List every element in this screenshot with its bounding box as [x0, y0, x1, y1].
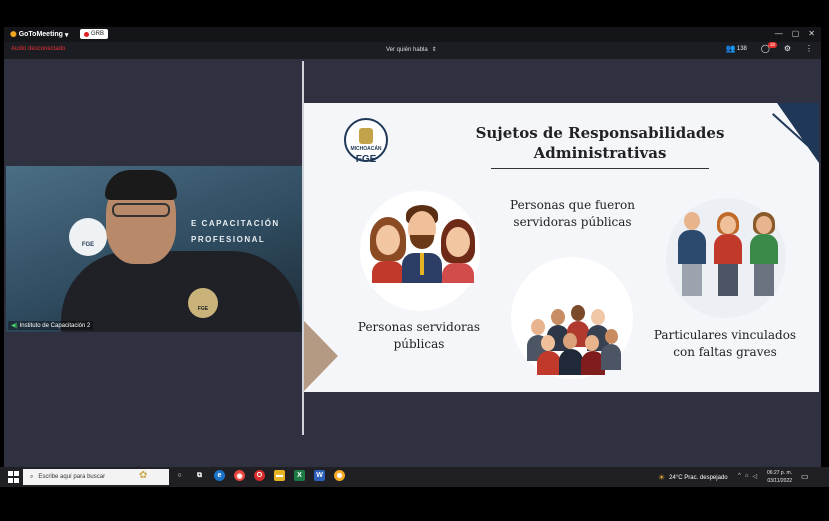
window-controls: — ▢ ✕ — [775, 29, 815, 38]
restore-button[interactable]: ▢ — [792, 29, 800, 38]
more-options-button[interactable]: ⋮ — [805, 44, 813, 53]
pinned-apps: ○ ⧉ e ◉ O ▬ X W ✺ — [174, 470, 345, 481]
clock-time: 06:27 p. m. — [767, 470, 793, 476]
title-bar: ✺ GoToMeeting ▾ GRB — ▢ ✕ — [4, 27, 821, 42]
man-center-figure — [400, 205, 444, 295]
coat-of-arms-icon — [359, 128, 373, 144]
windows-taskbar: ⌕ Escribe aquí para buscar ✿ ○ ⧉ e ◉ O ▬… — [0, 467, 829, 487]
search-icon: ⌕ — [30, 473, 34, 480]
item-particulares: Particulares vinculados con faltas grave… — [653, 328, 797, 359]
system-tray: ^ ⌂ ◁ — [738, 473, 757, 480]
cortana-icon[interactable]: ○ — [174, 470, 185, 481]
chrome-icon[interactable]: ◉ — [234, 470, 245, 481]
gotomeeting-taskbar-icon[interactable]: ✺ — [334, 470, 345, 481]
network-icon[interactable]: ⌂ — [745, 473, 749, 480]
seated-person-figure — [748, 212, 780, 302]
close-button[interactable]: ✕ — [808, 29, 815, 38]
presenter-body — [61, 251, 301, 332]
weather-widget[interactable]: ☀ 24°C Prac. despejado — [658, 473, 728, 482]
wall-sign-line1: E CAPACITACIÓN — [191, 219, 280, 228]
servants-illustration — [360, 191, 480, 311]
chevron-up-icon[interactable]: ^ — [738, 473, 741, 480]
webcam-video-tile[interactable]: E CAPACITACIÓN PROFESIONAL FGE FGE ◀) In… — [6, 166, 302, 332]
settings-button[interactable]: ⚙ — [784, 44, 791, 53]
partly-cloudy-icon: ☀ — [658, 473, 666, 482]
excel-icon[interactable]: X — [294, 470, 305, 481]
seated-woman-figure — [712, 212, 744, 302]
item-servidoras-publicas: Personas servidoras públicas — [357, 320, 481, 351]
wall-fge-logo: FGE — [69, 218, 107, 256]
crowd-illustration — [511, 257, 633, 379]
fge-seal-logo: MICHOACÁN FGE — [337, 118, 395, 168]
app-name-label: GoToMeeting — [18, 31, 63, 38]
volume-icon[interactable]: ◁ — [752, 473, 757, 480]
meeting-toolbar: Audio desconectado Ver quién habla ⇕ 👥 1… — [4, 42, 821, 59]
attendees-button[interactable]: 👥 138 — [726, 44, 747, 53]
crowd-figures — [525, 305, 621, 375]
view-selector[interactable]: Ver quién habla ⇕ — [386, 46, 437, 54]
shirt-fge-logo: FGE — [188, 288, 218, 318]
meeting-stage: E CAPACITACIÓN PROFESIONAL FGE FGE ◀) In… — [4, 59, 821, 469]
chat-unread-badge: 18 — [767, 42, 777, 48]
chat-button[interactable]: ◯ 18 — [761, 42, 777, 53]
gear-icon: ⚙ — [783, 44, 791, 53]
seal-fge-word: FGE — [355, 154, 377, 165]
shared-slide: MICHOACÁN FGE Sujetos de Responsabilidad… — [304, 103, 819, 392]
task-view-icon[interactable]: ⧉ — [194, 470, 205, 481]
word-icon[interactable]: W — [314, 470, 325, 481]
gotomeeting-logo-icon: ✺ — [10, 30, 17, 39]
seal-state: MICHOACÁN — [350, 146, 382, 152]
particulares-illustration — [666, 198, 786, 318]
edge-icon[interactable]: e — [214, 470, 225, 481]
kebab-menu-icon: ⋮ — [805, 44, 813, 53]
notification-icon[interactable]: ▭ — [801, 472, 811, 482]
wall-sign: E CAPACITACIÓN PROFESIONAL — [191, 216, 280, 248]
wall-sign-line2: PROFESIONAL — [191, 235, 266, 244]
taskbar-search[interactable]: ⌕ Escribe aquí para buscar ✿ — [23, 469, 169, 485]
opera-icon[interactable]: O — [254, 470, 265, 481]
meeting-window: ✺ GoToMeeting ▾ GRB — ▢ ✕ Audio desconec… — [4, 27, 821, 485]
clock-date: 03/11/2022 — [767, 478, 793, 484]
up-down-chevron-icon: ⇕ — [431, 47, 437, 53]
presenter-hair — [105, 170, 177, 200]
attendee-count: 138 — [736, 45, 747, 52]
taskbar-clock[interactable]: 06:27 p. m. 03/11/2022 — [767, 469, 792, 485]
item-ex-servidoras: Personas que fueron servidoras públicas — [510, 198, 635, 229]
view-selector-label: Ver quién habla — [386, 46, 428, 53]
presenter-glasses — [112, 203, 170, 217]
tan-corner-decoration — [304, 321, 338, 391]
start-button[interactable] — [8, 471, 20, 483]
recording-badge: GRB — [80, 29, 109, 39]
recording-label: GRB — [91, 31, 105, 37]
audio-status[interactable]: Audio desconectado — [11, 46, 65, 52]
chevron-down-icon: ▾ — [64, 31, 69, 39]
people-icon: 👥 — [725, 44, 736, 53]
minimize-button[interactable]: — — [775, 29, 783, 38]
file-explorer-icon[interactable]: ▬ — [274, 470, 285, 481]
weather-text: 24°C Prac. despejado — [669, 474, 728, 481]
seated-man-figure — [676, 212, 708, 302]
search-placeholder: Escribe aquí para buscar — [38, 474, 106, 480]
speaker-active-icon: ◀) — [11, 323, 18, 329]
participant-name: Instituto de Capacitación 2 — [19, 322, 91, 329]
slide-title: Sujetos de Responsabilidades Administrat… — [475, 124, 725, 162]
app-title[interactable]: ✺ GoToMeeting ▾ — [10, 30, 68, 39]
toolbar-right-tools: 👥 138 ◯ 18 ⚙ ⋮ — [726, 42, 813, 53]
record-dot-icon — [84, 31, 89, 37]
woman-right-figure — [440, 219, 478, 297]
title-underline — [491, 168, 709, 169]
navy-corner-decoration — [777, 103, 819, 163]
participant-name-tag: ◀) Instituto de Capacitación 2 — [8, 321, 94, 330]
search-highlight-icon: ✿ — [139, 470, 148, 481]
